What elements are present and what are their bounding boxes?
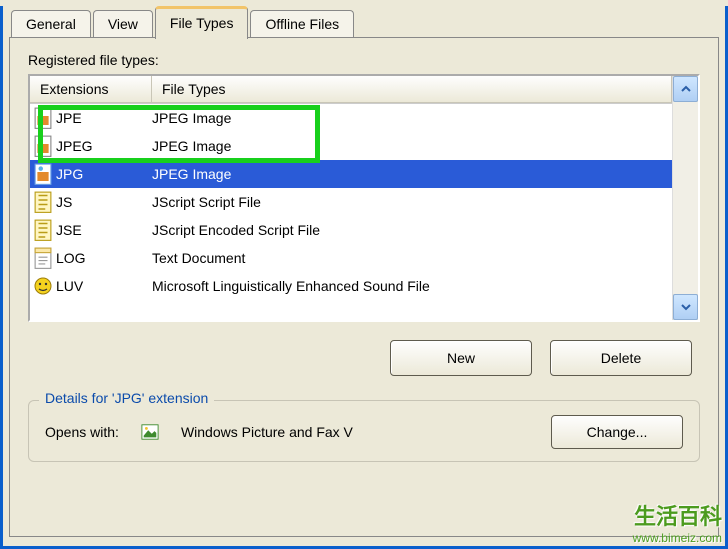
- details-title: Details for 'JPG' extension: [39, 390, 214, 406]
- extension-cell: JS: [56, 194, 72, 210]
- scroll-up-button[interactable]: [673, 76, 698, 102]
- extension-cell: LOG: [56, 250, 86, 266]
- listview-rows: JPE JPEG Image JPEG JPEG Image: [30, 104, 672, 300]
- tab-general[interactable]: General: [11, 10, 91, 38]
- scrollbar-vertical[interactable]: [672, 76, 698, 320]
- script-file-icon: [34, 219, 52, 241]
- image-file-icon: [34, 135, 52, 157]
- list-item[interactable]: JSE JScript Encoded Script File: [30, 216, 672, 244]
- filetype-cell: JPEG Image: [152, 138, 672, 154]
- list-item[interactable]: JS JScript Script File: [30, 188, 672, 216]
- extension-cell: JPEG: [56, 138, 93, 154]
- image-file-icon: [34, 163, 52, 185]
- listview-header: Extensions File Types: [30, 76, 672, 104]
- extension-cell: JSE: [56, 222, 82, 238]
- tab-file-types[interactable]: File Types: [155, 6, 249, 39]
- column-header-file-types[interactable]: File Types: [152, 76, 672, 103]
- text-file-icon: [34, 247, 52, 269]
- scroll-track[interactable]: [673, 102, 698, 294]
- filetype-cell: Text Document: [152, 250, 672, 266]
- scroll-down-button[interactable]: [673, 294, 698, 320]
- filetype-cell: JScript Script File: [152, 194, 672, 210]
- folder-options-window: General View File Types Offline Files Re…: [0, 6, 728, 549]
- list-item[interactable]: JPEG JPEG Image: [30, 132, 672, 160]
- details-groupbox: Details for 'JPG' extension Opens with: …: [28, 400, 700, 462]
- new-delete-button-row: New Delete: [28, 340, 700, 376]
- list-item[interactable]: LOG Text Document: [30, 244, 672, 272]
- delete-button[interactable]: Delete: [550, 340, 692, 376]
- change-button[interactable]: Change...: [551, 415, 683, 449]
- opens-with-app: Windows Picture and Fax V: [181, 424, 353, 440]
- filetype-cell: Microsoft Linguistically Enhanced Sound …: [152, 278, 672, 294]
- tab-panel-file-types: Registered file types: Extensions File T…: [9, 37, 719, 537]
- filetype-cell: JScript Encoded Script File: [152, 222, 672, 238]
- script-file-icon: [34, 191, 52, 213]
- chevron-up-icon: [681, 84, 691, 94]
- chevron-down-icon: [681, 302, 691, 312]
- list-item[interactable]: JPE JPEG Image: [30, 104, 672, 132]
- extension-cell: JPE: [56, 110, 82, 126]
- filetype-cell: JPEG Image: [152, 166, 672, 182]
- column-header-extensions[interactable]: Extensions: [30, 76, 152, 103]
- picture-viewer-icon: [141, 421, 159, 443]
- opens-with-label: Opens with:: [45, 424, 119, 440]
- list-item[interactable]: LUV Microsoft Linguistically Enhanced So…: [30, 272, 672, 300]
- registered-types-label: Registered file types:: [28, 52, 700, 68]
- list-item-selected[interactable]: JPG JPEG Image: [30, 160, 672, 188]
- generic-file-icon: [34, 275, 52, 297]
- file-types-listview[interactable]: Extensions File Types JPE JPEG Image: [28, 74, 700, 322]
- filetype-cell: JPEG Image: [152, 110, 672, 126]
- tab-offline-files[interactable]: Offline Files: [250, 10, 354, 38]
- extension-cell: JPG: [56, 166, 83, 182]
- tab-strip: General View File Types Offline Files: [11, 6, 725, 38]
- extension-cell: LUV: [56, 278, 83, 294]
- new-button[interactable]: New: [390, 340, 532, 376]
- image-file-icon: [34, 107, 52, 129]
- tab-view[interactable]: View: [93, 10, 153, 38]
